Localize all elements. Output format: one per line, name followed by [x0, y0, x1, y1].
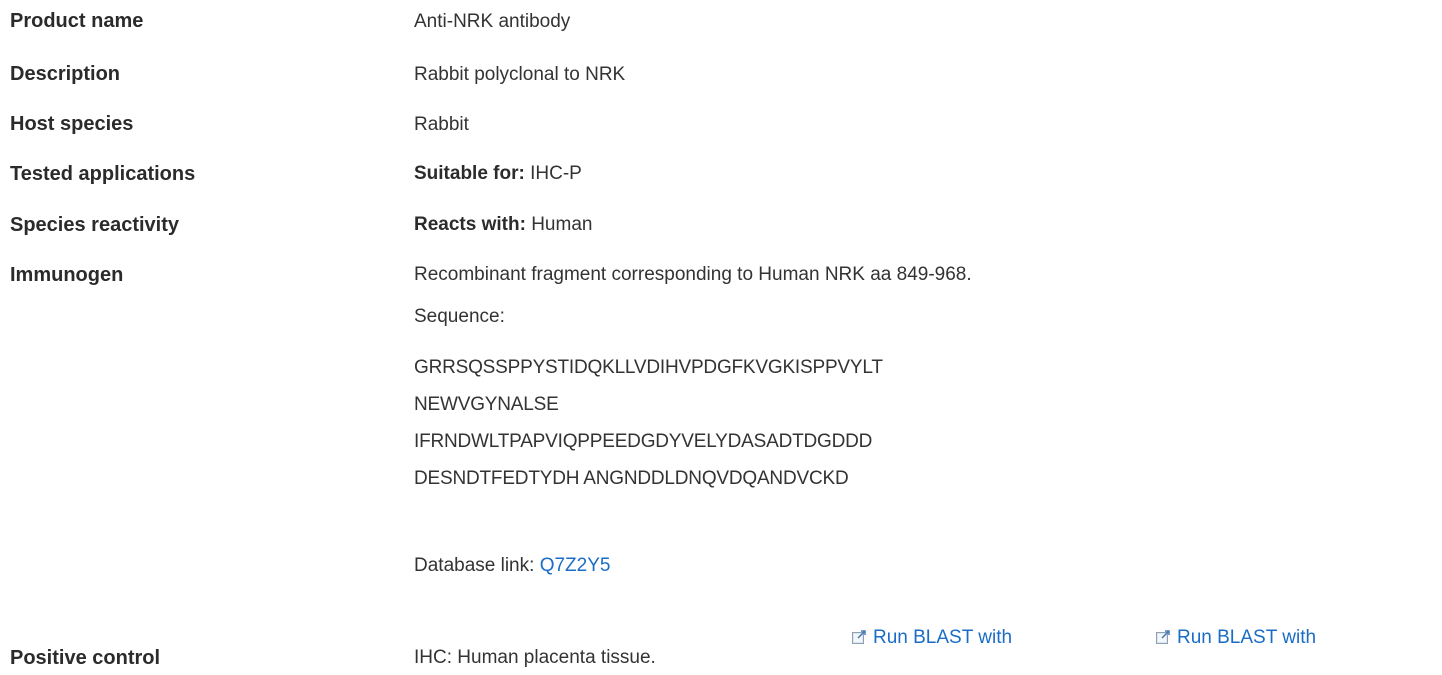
label-host-species: Host species — [10, 113, 134, 135]
sequence-line: IFRNDWLTPAPVIQPPEEDGDYVELYDASADTDGDDD — [414, 431, 873, 452]
label-product-name: Product name — [10, 10, 144, 32]
label-positive-control: Positive control — [10, 647, 161, 669]
sequence-line: DESNDTFEDTYDH ANGNDDLDNQVDQANDVCKD — [414, 468, 849, 489]
label-description: Description — [10, 63, 121, 85]
label-tested-applications: Tested applications — [10, 163, 196, 185]
run-blast-button-2[interactable]: Run BLAST with — [1156, 627, 1316, 649]
species-reactivity-text: Human — [531, 214, 593, 235]
database-link: Database link: Q7Z2Y5 — [414, 555, 610, 577]
tested-applications-text: IHC-P — [530, 163, 582, 184]
value-product-name: Anti-NRK antibody — [414, 11, 571, 32]
immunogen-description: Recombinant fragment corresponding to Hu… — [414, 264, 972, 285]
value-positive-control: IHC: Human placenta tissue. — [414, 647, 656, 668]
value-species-reactivity: Reacts with: Human — [414, 214, 592, 236]
sequence-label: Sequence: — [414, 306, 505, 327]
sequence-line: NEWVGYNALSE — [414, 394, 559, 415]
external-blast-icon — [1156, 630, 1170, 644]
label-immunogen: Immunogen — [10, 264, 124, 286]
suitable-for-prefix: Suitable for: — [414, 163, 525, 184]
database-link-q7z2y5[interactable]: Q7Z2Y5 — [540, 555, 611, 576]
run-blast-button-1[interactable]: Run BLAST with — [852, 627, 1012, 649]
database-link-label: Database link: — [414, 555, 535, 576]
run-blast-label: Run BLAST with — [1177, 627, 1317, 648]
run-blast-label: Run BLAST with — [873, 627, 1013, 648]
external-blast-icon — [852, 630, 866, 644]
reacts-with-prefix: Reacts with: — [414, 214, 526, 235]
sequence-line: GRRSQSSPPYSTIDQKLLVDIHVPDGFKVGKISPPVYLT — [414, 357, 883, 378]
value-tested-applications: Suitable for: IHC-P — [414, 163, 582, 185]
label-species-reactivity: Species reactivity — [10, 214, 179, 236]
value-description: Rabbit polyclonal to NRK — [414, 64, 626, 85]
value-host-species: Rabbit — [414, 114, 469, 135]
